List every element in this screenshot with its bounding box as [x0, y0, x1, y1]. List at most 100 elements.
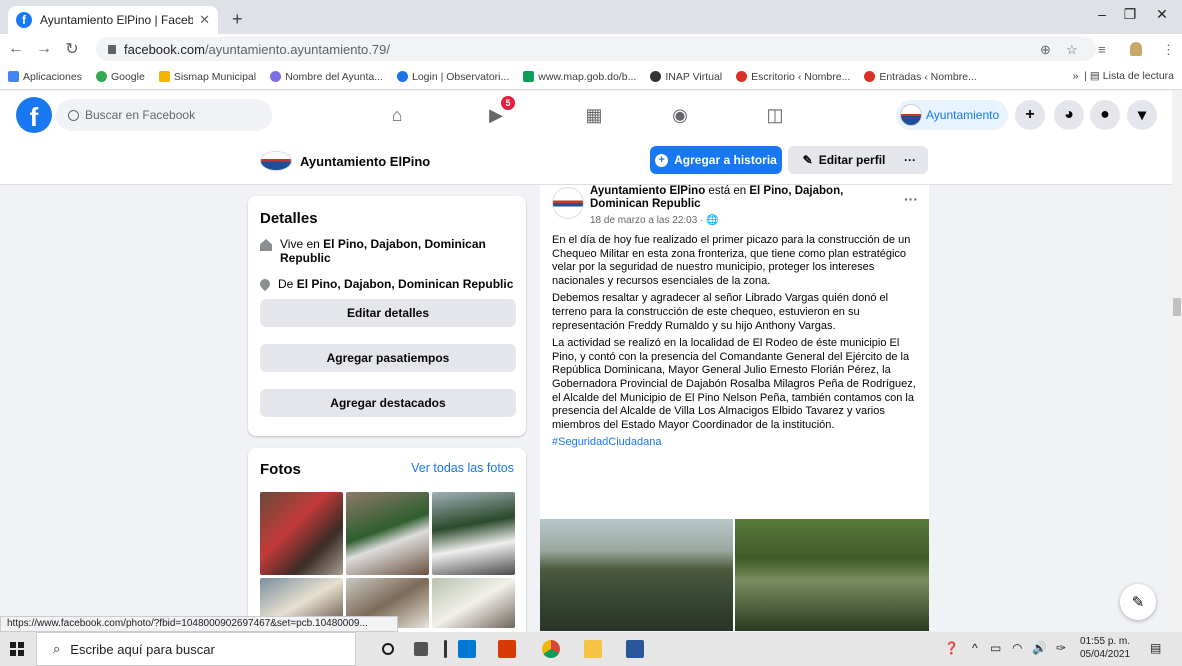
bookmark-item[interactable]: Login | Observatori...	[396, 71, 509, 83]
photo-thumbnail[interactable]	[346, 492, 429, 575]
store-icon[interactable]	[458, 640, 476, 658]
profile-avatar[interactable]	[1130, 42, 1142, 56]
photo-thumbnail[interactable]	[432, 492, 515, 575]
bookmark-item[interactable]: Nombre del Ayunta...	[270, 71, 383, 83]
add-featured-button[interactable]: Agregar destacados	[260, 389, 516, 417]
cortana-icon[interactable]	[382, 643, 394, 655]
avatar	[900, 104, 922, 126]
photo-grid	[260, 492, 515, 628]
details-title: Detalles	[260, 210, 318, 227]
wifi-icon[interactable]: ◠	[1012, 641, 1022, 655]
post-paragraph: En el día de hoy fue realizado el primer…	[552, 234, 911, 287]
post-author-link[interactable]: Ayuntamiento ElPino	[590, 185, 705, 197]
scrollbar[interactable]	[1172, 91, 1182, 631]
address-bar-row: ← → ↻ facebook.com/ayuntamiento.ayuntami…	[0, 34, 1182, 64]
reading-list-icon[interactable]: ≡	[1098, 42, 1106, 57]
from-row: De El Pino, Dajabon, Dominican Republic	[257, 276, 514, 292]
from-link[interactable]: El Pino, Dajabon, Dominican Republic	[297, 277, 514, 291]
post-options-icon[interactable]: ···	[904, 191, 918, 207]
reload-icon[interactable]: ↻	[60, 39, 84, 59]
windows-taskbar: ⌕ Escribe aquí para buscar ❓ ^ ▭ ◠ 🔊 ✑ 0…	[0, 632, 1182, 666]
office-icon[interactable]	[498, 640, 516, 658]
post-paragraph: Debemos resaltar y agradecer al señor Li…	[552, 292, 889, 332]
post-author-line: Ayuntamiento ElPino está en El Pino, Daj…	[590, 185, 844, 210]
new-message-icon[interactable]: ✎	[1120, 584, 1156, 620]
reading-list-button[interactable]: » | ▤ Lista de lectura	[1073, 70, 1174, 82]
google-icon	[95, 71, 107, 82]
taskbar-search-input[interactable]: ⌕ Escribe aquí para buscar	[36, 632, 356, 666]
edit-profile-button[interactable]: ✎ Editar perfil	[788, 146, 900, 174]
scrollbar-thumb[interactable]	[1173, 298, 1181, 316]
file-explorer-icon[interactable]	[584, 640, 602, 658]
bookmark-item[interactable]: Entradas ‹ Nombre...	[864, 71, 977, 83]
add-story-button[interactable]: + Agregar a historia	[650, 146, 782, 174]
gaming-icon[interactable]: ◫	[763, 103, 787, 127]
avatar[interactable]	[552, 187, 584, 219]
tab-strip: f Ayuntamiento ElPino | Facebook ✕ + – ❐…	[0, 0, 1182, 34]
search-icon: ⌕	[53, 641, 61, 656]
battery-icon[interactable]: ▭	[990, 641, 1001, 655]
back-icon[interactable]: ←	[4, 40, 28, 58]
close-window-icon[interactable]: ✕	[1150, 6, 1174, 23]
profile-chip[interactable]: Ayuntamiento	[896, 100, 1008, 130]
inap-icon	[650, 71, 662, 82]
home-icon[interactable]: ⌂	[385, 103, 409, 127]
zoom-icon[interactable]: ⊕	[1040, 42, 1051, 58]
taskbar-separator-icon	[444, 640, 447, 658]
bookmark-item[interactable]: Escritorio ‹ Nombre...	[736, 71, 850, 83]
word-icon[interactable]	[626, 640, 644, 658]
profile-bar: Ayuntamiento ElPino	[0, 139, 1172, 185]
bookmark-item[interactable]: Google	[95, 71, 145, 83]
photo-thumbnail[interactable]	[260, 492, 343, 575]
facebook-search-input[interactable]: Buscar en Facebook	[56, 99, 272, 131]
facebook-logo-icon[interactable]: f	[16, 97, 52, 133]
wordpress-icon	[736, 71, 748, 82]
browser-tab[interactable]: f Ayuntamiento ElPino | Facebook ✕	[8, 6, 218, 34]
help-icon[interactable]: ❓	[944, 641, 959, 655]
bookmark-item[interactable]: www.map.gob.do/b...	[523, 71, 636, 83]
photo-thumbnail[interactable]	[432, 578, 515, 628]
forward-icon[interactable]: →	[32, 40, 56, 58]
volume-icon[interactable]: 🔊	[1032, 641, 1047, 655]
globe-icon: 🌐	[706, 215, 719, 226]
post-timestamp[interactable]: 18 de marzo a las 22:03 · 🌐	[590, 215, 719, 226]
chrome-icon[interactable]	[542, 640, 560, 658]
task-view-icon[interactable]	[414, 642, 428, 656]
menu-icon[interactable]: ⋮	[1162, 42, 1175, 58]
restore-icon[interactable]: ❐	[1118, 6, 1142, 23]
bookmarks-bar: Aplicaciones Google Sismap Municipal Nom…	[0, 64, 1182, 90]
post-image[interactable]	[540, 519, 733, 631]
hashtag-link[interactable]: #SeguridadCiudadana	[552, 436, 924, 450]
close-tab-icon[interactable]: ✕	[199, 12, 210, 28]
edit-details-button[interactable]: Editar detalles	[260, 299, 516, 327]
groups-icon[interactable]: ◉	[668, 103, 692, 127]
messenger-icon[interactable]: ◕	[1054, 100, 1084, 130]
bookmark-item[interactable]: Aplicaciones	[8, 71, 82, 83]
account-menu-icon[interactable]: ▾	[1127, 100, 1157, 130]
new-tab-icon[interactable]: +	[232, 9, 243, 30]
page-name[interactable]: Ayuntamiento ElPino	[260, 151, 430, 171]
notifications-center-icon[interactable]: ▤	[1150, 641, 1161, 655]
add-hobbies-button[interactable]: Agregar pasatiempos	[260, 344, 516, 372]
more-options-button[interactable]: ···	[892, 146, 928, 174]
notifications-icon[interactable]: ●	[1090, 100, 1120, 130]
location-pin-icon	[257, 276, 273, 292]
see-all-photos-link[interactable]: Ver todas las fotos	[411, 461, 514, 475]
chevron-up-icon[interactable]: ^	[972, 641, 978, 655]
post-image[interactable]	[735, 519, 929, 631]
bookmark-item[interactable]: Sismap Municipal	[158, 71, 256, 83]
post-body: En el día de hoy fue realizado el primer…	[552, 234, 924, 454]
windows-start-icon[interactable]	[10, 642, 24, 656]
create-icon[interactable]: +	[1015, 100, 1045, 130]
pencil-icon: ✎	[802, 153, 813, 167]
system-clock[interactable]: 01:55 p. m. 05/04/2021	[1080, 635, 1130, 661]
pen-icon[interactable]: ✑	[1056, 641, 1066, 655]
wordpress-icon	[864, 71, 876, 82]
marketplace-icon[interactable]: ▦	[582, 103, 606, 127]
bookmark-item[interactable]: INAP Virtual	[650, 71, 722, 83]
star-icon[interactable]: ☆	[1066, 42, 1078, 58]
url-field[interactable]: facebook.com/ayuntamiento.ayuntamiento.7…	[96, 37, 1096, 61]
apps-icon	[8, 71, 19, 82]
minimize-icon[interactable]: –	[1090, 6, 1114, 22]
lives-in-row: Vive en El Pino, Dajabon, Dominican Repu…	[260, 237, 514, 265]
